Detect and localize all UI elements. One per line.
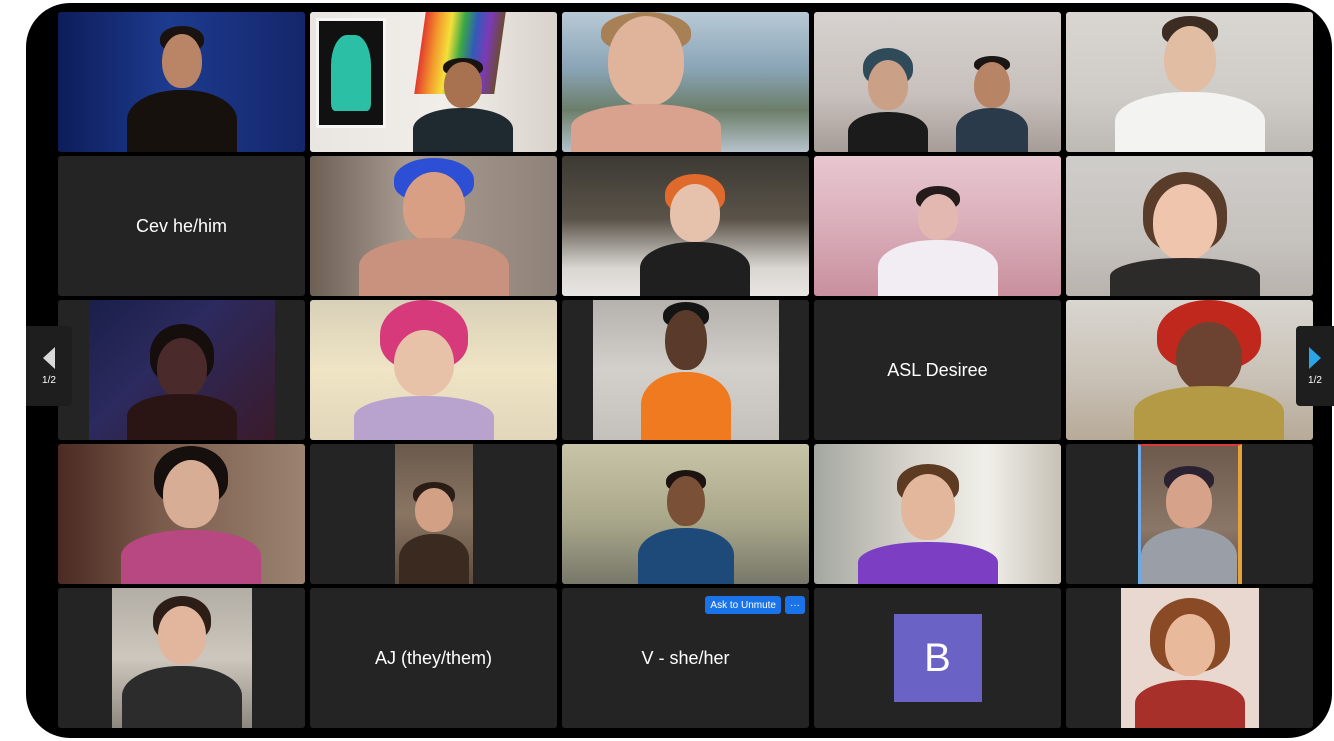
participant-tile[interactable] (58, 12, 305, 152)
participant-figure (122, 26, 242, 152)
participant-tile[interactable] (562, 444, 809, 584)
participant-figure (955, 56, 1028, 152)
participant-tile[interactable] (310, 300, 557, 440)
participant-tile[interactable]: ASL Desiree (814, 300, 1061, 440)
participant-name: ASL Desiree (887, 359, 988, 380)
chevron-left-icon (43, 346, 55, 369)
participant-tile[interactable]: V - she/her Ask to Unmute ··· (562, 588, 809, 728)
participant-avatar: B (893, 614, 982, 702)
participant-video (1066, 12, 1313, 152)
participant-tile[interactable] (58, 444, 305, 584)
participant-video (310, 12, 557, 152)
participant-video (814, 156, 1061, 296)
unmute-controls: Ask to Unmute ··· (705, 596, 805, 614)
participant-figure (1109, 172, 1260, 296)
participant-figure (1134, 300, 1285, 440)
more-options-button[interactable]: ··· (785, 596, 805, 614)
participant-figure (570, 12, 721, 152)
participant-video (562, 12, 809, 152)
chevron-right-icon (1309, 346, 1321, 369)
participant-name: AJ (they/them) (374, 647, 493, 668)
participant-figure (121, 446, 262, 584)
ask-to-unmute-button[interactable]: Ask to Unmute (705, 596, 781, 614)
participant-tile[interactable] (814, 12, 1061, 152)
participant-figure (413, 58, 514, 152)
poster-artwork (316, 18, 386, 128)
participant-tile[interactable]: AJ (they/them) (310, 588, 557, 728)
participant-tile[interactable] (814, 444, 1061, 584)
participant-figure (121, 596, 242, 728)
participant-video (814, 444, 1061, 584)
participant-name: Cev he/him (135, 215, 228, 236)
participant-tile-active-speaker[interactable] (310, 12, 557, 152)
participant-video (88, 300, 275, 440)
participant-tile[interactable]: B (814, 588, 1061, 728)
participant-tile[interactable] (814, 156, 1061, 296)
participant-video (58, 12, 305, 152)
participant-tile[interactable] (1066, 12, 1313, 152)
participant-video (1120, 588, 1259, 728)
participant-figure (631, 302, 741, 440)
participant-video (1066, 300, 1313, 440)
participant-video (1066, 156, 1313, 296)
participant-figure (353, 300, 494, 440)
participant-video (814, 12, 1061, 152)
participant-grid: Cev he/him ASL Desiree AJ (they/them) V … (58, 12, 1313, 728)
participant-tile[interactable] (562, 12, 809, 152)
participant-figure (358, 158, 509, 296)
participant-figure (848, 48, 929, 152)
previous-page-button[interactable]: 1/2 (26, 326, 72, 406)
participant-tile[interactable] (1066, 300, 1313, 440)
participant-figure (857, 464, 998, 584)
participant-tile[interactable] (1066, 156, 1313, 296)
next-page-button[interactable]: 1/2 (1296, 326, 1334, 406)
participant-figure (636, 470, 736, 584)
participant-tile[interactable] (562, 156, 809, 296)
participant-figure (398, 482, 469, 584)
participant-video (562, 156, 809, 296)
participant-video (592, 300, 779, 440)
participant-figure (640, 174, 751, 296)
participant-tile[interactable] (1066, 444, 1313, 584)
participant-figure (126, 324, 237, 440)
participant-tile[interactable] (310, 444, 557, 584)
illustrated-avatar (1130, 598, 1250, 728)
participant-video (111, 588, 252, 728)
page-indicator: 1/2 (42, 374, 56, 386)
participant-tile[interactable] (58, 588, 305, 728)
participant-tile[interactable]: Cev he/him (58, 156, 305, 296)
participant-tile[interactable] (1066, 588, 1313, 728)
participant-name: V - she/her (641, 647, 730, 668)
participant-video (562, 444, 809, 584)
participant-figure (1141, 466, 1237, 584)
participant-video (310, 300, 557, 440)
participant-video (1137, 444, 1242, 584)
participant-tile[interactable] (310, 156, 557, 296)
participant-video (58, 444, 305, 584)
participant-figure (877, 186, 998, 296)
participant-video (310, 156, 557, 296)
page-indicator: 1/2 (1308, 374, 1322, 386)
participant-figure (1114, 16, 1265, 152)
participant-video (394, 444, 473, 584)
participant-tile[interactable] (58, 300, 305, 440)
participant-tile[interactable] (562, 300, 809, 440)
